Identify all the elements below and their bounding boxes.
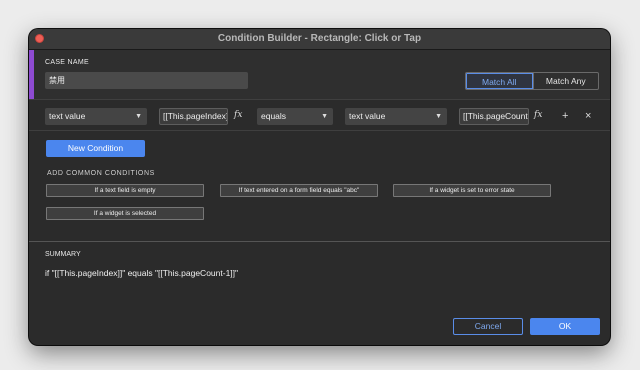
- preset-widget-error-state[interactable]: If a widget is set to error state: [393, 184, 551, 197]
- summary-text: if "[[This.pageIndex]]" equals "[[This.p…: [45, 268, 239, 278]
- operator-dropdown[interactable]: equals ▼: [257, 108, 333, 125]
- right-type-dropdown[interactable]: text value ▼: [345, 108, 447, 125]
- case-name-section: CASE NAME 禁用 Match All Match Any: [29, 50, 610, 99]
- cancel-button[interactable]: Cancel: [453, 318, 523, 335]
- preset-text-field-empty[interactable]: If a text field is empty: [46, 184, 204, 197]
- preset-widget-selected[interactable]: If a widget is selected: [46, 207, 204, 220]
- chevron-down-icon: ▼: [321, 113, 328, 120]
- right-type-value: text value: [349, 111, 386, 121]
- common-conditions-label: ADD COMMON CONDITIONS: [47, 170, 155, 177]
- title-bar[interactable]: Condition Builder - Rectangle: Click or …: [29, 29, 610, 50]
- remove-icon[interactable]: ×: [585, 108, 591, 125]
- chevron-down-icon: ▼: [435, 113, 442, 120]
- match-all-button[interactable]: Match All: [466, 73, 533, 89]
- new-condition-button[interactable]: New Condition: [46, 140, 145, 157]
- match-mode-toggle: Match All Match Any: [465, 72, 599, 90]
- row-divider: [29, 130, 610, 131]
- summary-divider: [29, 241, 610, 242]
- section-divider: [29, 99, 610, 100]
- fx-icon[interactable]: fx: [234, 110, 242, 120]
- preset-text-equals-abc[interactable]: If text entered on a form field equals "…: [220, 184, 378, 197]
- fx-icon[interactable]: fx: [534, 110, 542, 120]
- case-name-input[interactable]: 禁用: [45, 72, 248, 89]
- case-accent-bar: [29, 50, 34, 99]
- operator-value: equals: [261, 111, 287, 121]
- left-type-dropdown[interactable]: text value ▼: [45, 108, 147, 125]
- plus-icon[interactable]: +: [562, 108, 568, 125]
- summary-label: SUMMARY: [45, 251, 81, 258]
- right-value-field[interactable]: [[This.pageCount-1]]: [459, 108, 529, 125]
- window-title: Condition Builder - Rectangle: Click or …: [217, 33, 422, 44]
- match-any-button[interactable]: Match Any: [534, 73, 599, 89]
- left-value-field[interactable]: [[This.pageIndex]]: [159, 108, 228, 125]
- left-type-value: text value: [49, 111, 86, 121]
- condition-builder-window: Condition Builder - Rectangle: Click or …: [29, 29, 610, 345]
- case-name-label: CASE NAME: [45, 59, 89, 66]
- ok-button[interactable]: OK: [530, 318, 600, 335]
- chevron-down-icon: ▼: [135, 113, 142, 120]
